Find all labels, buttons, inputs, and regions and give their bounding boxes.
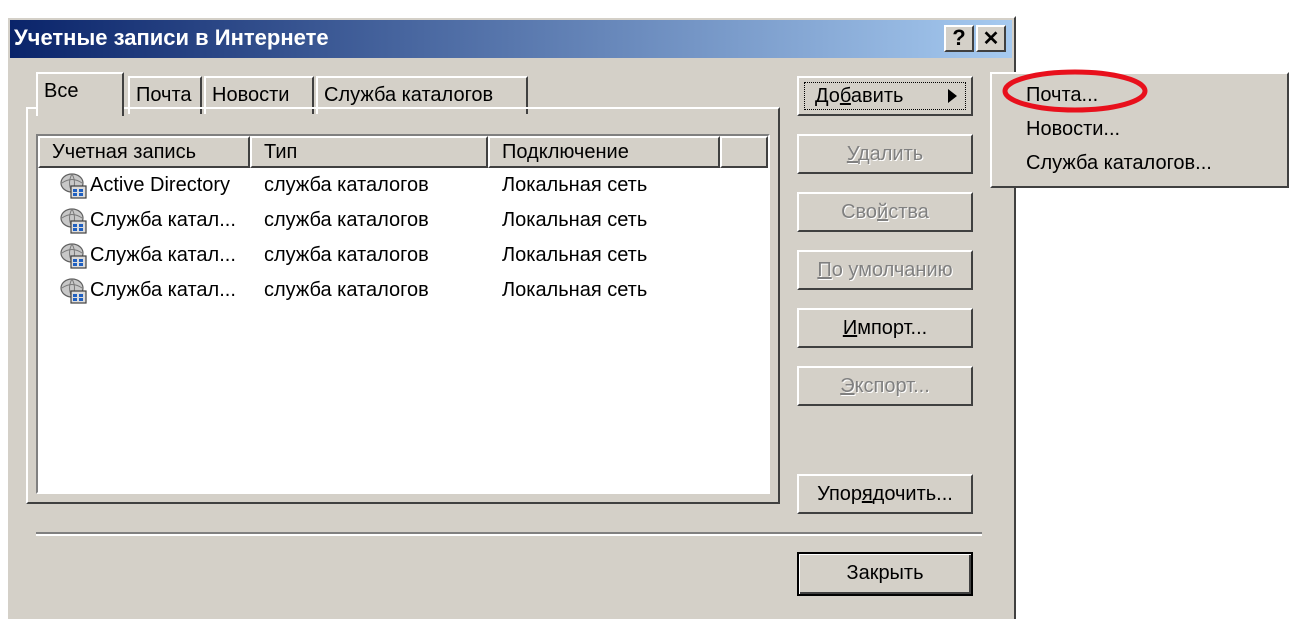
account-name: Active Directory: [90, 174, 231, 196]
properties-button[interactable]: Свойства: [797, 192, 973, 232]
directory-service-icon: [60, 208, 87, 234]
arrange-button-mnemonic: я: [861, 483, 873, 505]
column-header-account[interactable]: Учетная запись: [38, 136, 250, 168]
help-button[interactable]: ?: [944, 25, 974, 52]
account-name: Служба катал...: [90, 279, 236, 301]
directory-service-icon: [60, 243, 87, 269]
tab-directory-service-label: Служба каталогов: [324, 84, 494, 106]
table-row[interactable]: Служба катал... служба каталогов Локальн…: [38, 273, 768, 307]
account-name: Служба катал...: [90, 244, 236, 266]
properties-button-label-suffix: ства: [888, 201, 929, 223]
arrange-button-label-suffix: дочить...: [872, 483, 953, 505]
column-header-connection[interactable]: Подключение: [488, 136, 720, 168]
highlight-ellipse: [1002, 69, 1148, 113]
table-row[interactable]: Служба катал... служба каталогов Локальн…: [38, 203, 768, 237]
delete-button-label-suffix: далить: [857, 143, 924, 165]
tab-all-label: Все: [44, 80, 79, 102]
delete-button[interactable]: Удалить: [797, 134, 973, 174]
export-button[interactable]: Экспорт...: [797, 366, 973, 406]
account-connection: Локальная сеть: [502, 209, 648, 231]
export-button-label-suffix: кспорт...: [854, 375, 930, 397]
table-row[interactable]: Служба катал... служба каталогов Локальн…: [38, 238, 768, 272]
menu-item-news[interactable]: Новости...: [1026, 114, 1120, 144]
set-default-button[interactable]: По умолчанию: [797, 250, 973, 290]
properties-button-label-prefix: Сво: [841, 201, 878, 223]
tab-all[interactable]: Все: [36, 72, 124, 116]
directory-service-icon: [60, 278, 87, 304]
tab-mail-label: Почта: [136, 84, 192, 106]
close-button[interactable]: Закрыть: [797, 552, 973, 596]
focus-rectangle: [804, 82, 966, 110]
set-default-button-mnemonic: П: [817, 259, 832, 281]
list-header: Учетная запись Тип Подключение: [38, 136, 768, 168]
accounts-list[interactable]: Учетная запись Тип Подключение Active Di…: [36, 134, 770, 494]
arrange-button[interactable]: Упорядочить...: [797, 474, 973, 514]
delete-button-mnemonic: У: [846, 143, 858, 165]
account-connection: Локальная сеть: [502, 279, 648, 301]
close-button-label: Закрыть: [846, 562, 924, 584]
table-row[interactable]: Active Directory служба каталогов Локаль…: [38, 168, 768, 202]
import-button[interactable]: Импорт...: [797, 308, 973, 348]
highlight-ellipse-shape: [1002, 69, 1148, 113]
account-connection: Локальная сеть: [502, 244, 648, 266]
properties-button-mnemonic: й: [877, 201, 889, 223]
column-header-extra[interactable]: [720, 136, 768, 168]
close-window-button[interactable]: ✕: [976, 25, 1006, 52]
account-type: служба каталогов: [264, 244, 429, 266]
account-type: служба каталогов: [264, 209, 429, 231]
window-title: Учетные записи в Интернете: [14, 25, 329, 50]
arrange-button-label-prefix: Упор: [817, 483, 862, 505]
submenu-arrow-icon: [948, 89, 957, 103]
export-button-mnemonic: Э: [840, 375, 855, 397]
directory-service-icon: [60, 173, 87, 199]
account-connection: Локальная сеть: [502, 174, 648, 196]
separator: [36, 532, 982, 536]
import-button-mnemonic: И: [842, 317, 858, 339]
menu-item-directory-service[interactable]: Служба каталогов...: [1026, 148, 1212, 178]
add-button[interactable]: Добавить: [797, 76, 973, 116]
account-name: Служба катал...: [90, 209, 236, 231]
close-icon: ✕: [982, 28, 1000, 50]
import-button-label-suffix: мпорт...: [857, 317, 928, 339]
set-default-button-label-suffix: о умолчанию: [831, 259, 953, 281]
account-type: служба каталогов: [264, 174, 429, 196]
tab-news-label: Новости: [212, 84, 290, 106]
column-header-type[interactable]: Тип: [250, 136, 488, 168]
account-type: служба каталогов: [264, 279, 429, 301]
title-bar[interactable]: Учетные записи в Интернете ? ✕: [10, 20, 1012, 58]
